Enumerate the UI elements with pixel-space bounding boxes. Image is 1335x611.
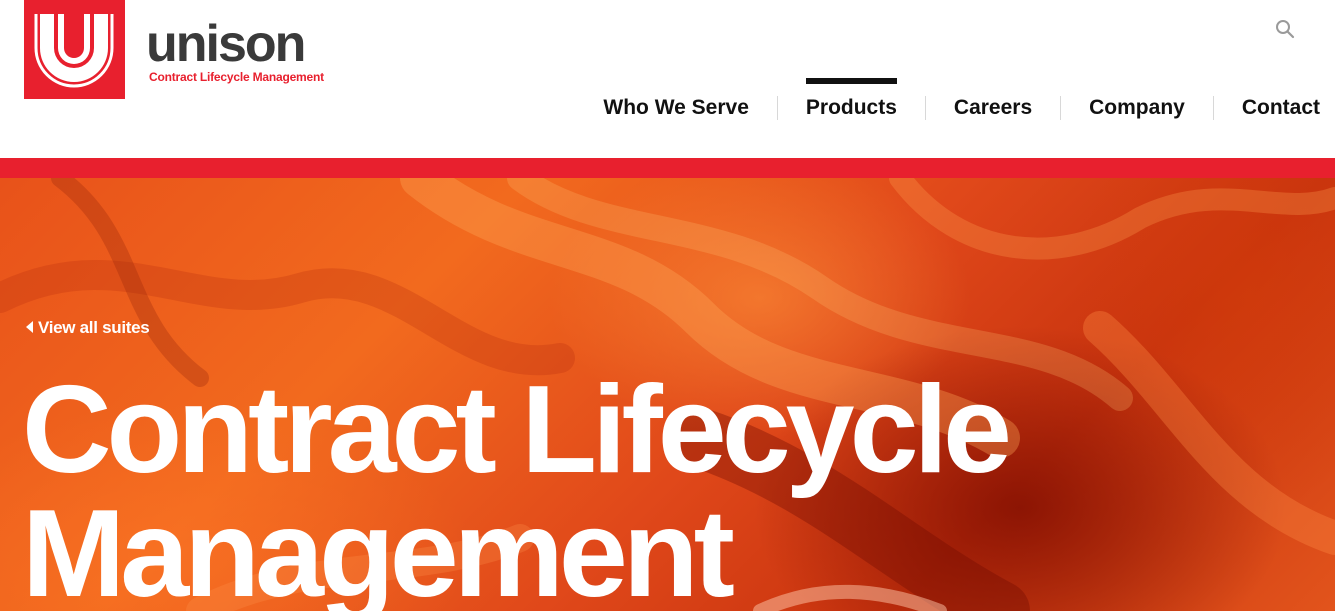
header-accent-bar bbox=[0, 158, 1335, 178]
nav-company[interactable]: Company bbox=[1061, 78, 1213, 138]
unison-u-icon bbox=[34, 14, 114, 88]
hero-title-line2: Management bbox=[22, 485, 735, 611]
view-all-suites-link[interactable]: View all suites bbox=[26, 318, 150, 338]
nav-who-we-serve[interactable]: Who We Serve bbox=[575, 78, 776, 138]
nav-products[interactable]: Products bbox=[778, 78, 925, 138]
site-header: unison Contract Lifecycle Management Who… bbox=[0, 0, 1335, 158]
nav-contact[interactable]: Contact bbox=[1214, 78, 1335, 138]
hero-banner: View all suites Contract Lifecycle Manag… bbox=[0, 178, 1335, 611]
hero-title: Contract Lifecycle Management bbox=[22, 361, 1012, 611]
hero-title-line1: Contract Lifecycle bbox=[22, 361, 1012, 499]
main-nav: Who We Serve Products Careers Company Co… bbox=[575, 78, 1335, 138]
chevron-left-icon bbox=[26, 318, 34, 338]
unison-logo[interactable] bbox=[24, 0, 125, 99]
nav-careers[interactable]: Careers bbox=[926, 78, 1060, 138]
search-icon[interactable] bbox=[1274, 18, 1296, 40]
brand-name[interactable]: unison bbox=[146, 14, 306, 74]
brand-tagline: Contract Lifecycle Management bbox=[149, 70, 324, 84]
view-all-suites-label: View all suites bbox=[38, 318, 150, 337]
